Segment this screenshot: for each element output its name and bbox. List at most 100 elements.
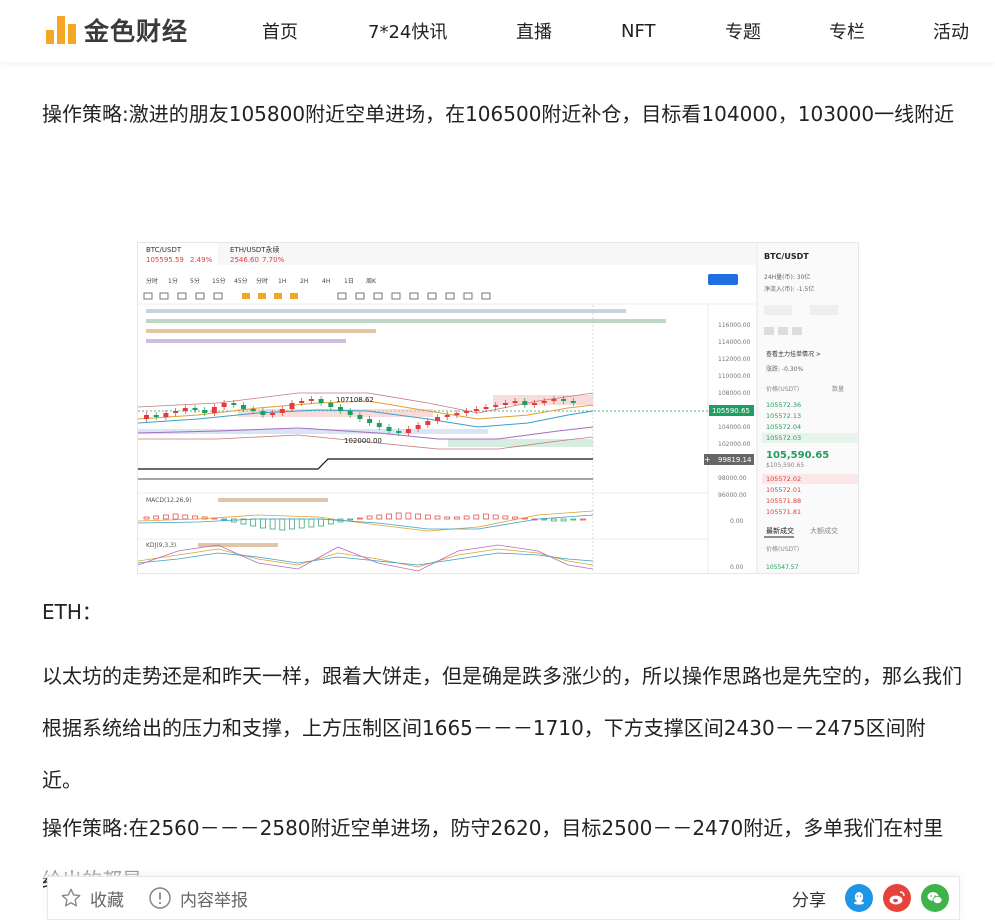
candle-body — [182, 408, 188, 411]
share-wechat-button[interactable] — [921, 884, 949, 912]
chart-y-tick: 112000.00 — [718, 356, 751, 363]
macd-bar — [386, 513, 392, 520]
macd-bar — [502, 515, 509, 520]
top-navbar: 金色财经 首页 7*24快讯 直播 NFT 专题 专栏 活动 — [0, 0, 995, 62]
chart-timeframe-8: 4H — [322, 278, 330, 285]
candle-body — [435, 417, 440, 421]
macd-bar — [347, 518, 354, 521]
nav-topics[interactable]: 专题 — [725, 0, 761, 62]
nav-live[interactable]: 直播 — [516, 0, 552, 62]
share-label: 分享 — [792, 890, 826, 911]
macd-bar — [424, 514, 431, 520]
orderbook-change: 涨跌: -0.30% — [766, 365, 803, 373]
chart-hover-price-tag: 99819.14 — [718, 456, 752, 464]
nav-flash-news[interactable]: 7*24快讯 — [368, 0, 447, 62]
weibo-icon — [889, 891, 905, 905]
candle-body — [289, 403, 295, 409]
candle-body — [522, 401, 528, 405]
wechat-icon — [927, 892, 943, 904]
macd-bar — [298, 518, 305, 529]
candle-body — [502, 403, 508, 405]
macd-bar — [376, 514, 383, 520]
candle-body — [425, 421, 431, 425]
candle-body — [163, 413, 169, 417]
candle-body — [570, 401, 576, 403]
candle-body — [396, 431, 402, 433]
macd-bar — [163, 514, 169, 520]
chart-kdj-zero: 0.00 — [730, 564, 744, 571]
candle-body — [299, 401, 305, 403]
collect-button[interactable]: 收藏 — [60, 886, 124, 911]
article-eth-heading: ETH： — [42, 600, 102, 624]
chart-timeframe-7: 2H — [300, 278, 308, 285]
candle-body — [541, 401, 547, 403]
article-chart-image: BTC/USDT 105595.59 2.49% ETH/USDT永续 2546… — [137, 242, 859, 574]
orderbook-bid-row: 105571.88 — [766, 497, 801, 505]
chart-macd-label: MACD(12,26,9) — [146, 497, 192, 504]
orderbook-depth-link: 查看主力挂单情况 > — [766, 350, 821, 358]
candle-body — [512, 401, 518, 403]
orderbook-ask-row: 105572.04 — [766, 423, 801, 431]
macd-bar — [192, 515, 198, 520]
chart-y-tick: 98000.00 — [718, 475, 747, 482]
nav-columns[interactable]: 专栏 — [829, 0, 865, 62]
chart-timeframe-2: 5分 — [190, 277, 200, 285]
site-logo[interactable]: 金色财经 — [46, 14, 188, 46]
orderbook-ask-row: 105572.36 — [766, 401, 801, 409]
report-button[interactable]: 内容举报 — [148, 886, 248, 911]
candle-body — [551, 399, 557, 401]
macd-bar — [318, 518, 324, 527]
trades-header-price: 价格(USDT) — [766, 545, 799, 553]
orderbook-ask-row: 105572.03 — [766, 434, 801, 442]
candle-body — [279, 409, 285, 413]
candle-body — [347, 411, 353, 415]
macd-bar — [279, 518, 286, 531]
nav-nft[interactable]: NFT — [621, 0, 656, 62]
chart-low-label: 102000.00 — [344, 437, 382, 445]
macd-bar — [463, 515, 470, 520]
share-weibo-button[interactable] — [883, 884, 911, 912]
candle-body — [202, 410, 208, 413]
macd-bar — [434, 515, 441, 520]
macd-bar — [395, 512, 402, 520]
alert-circle-icon — [149, 887, 171, 909]
trades-tab-latest: 最新成交 — [766, 526, 794, 535]
chart-y-tick: 114000.00 — [718, 339, 751, 346]
candle-body — [328, 403, 334, 407]
qq-icon — [854, 892, 864, 905]
chart-y-tick: 108000.00 — [718, 390, 751, 397]
nav-events[interactable]: 活动 — [933, 0, 969, 62]
chart-y-tick: 116000.00 — [718, 322, 751, 329]
chart-macd-zero: 0.00 — [730, 518, 744, 525]
article-paragraph-strategy-btc: 操作策略:激进的朋友105800附近空单进场，在106500附近补仓，目标看10… — [42, 102, 955, 126]
candle-body — [493, 405, 499, 407]
chart-timeframe-9: 1日 — [344, 278, 354, 285]
macd-bar — [366, 515, 373, 520]
macd-bar — [570, 518, 577, 521]
brand-name: 金色财经 — [84, 17, 189, 46]
macd-bar — [580, 518, 586, 521]
macd-bar — [444, 516, 451, 520]
share-qq-button[interactable] — [845, 884, 873, 912]
candle-body — [405, 429, 411, 433]
candle-body — [473, 409, 479, 411]
article-paragraph-eth-analysis: 以太坊的走势还是和昨天一样，跟着大饼走，但是确是跌多涨少的，所以操作思路也是先空… — [42, 664, 962, 792]
macd-bar — [551, 518, 557, 522]
orderbook-info-volume: 24H量(币): 30亿 — [764, 273, 810, 281]
chart-tab-eth: ETH/USDT永续 — [230, 245, 280, 254]
candle-body — [338, 407, 343, 411]
macd-bar — [405, 512, 412, 520]
candle-body — [444, 415, 450, 417]
nav-home[interactable]: 首页 — [262, 0, 298, 62]
chart-timeframe-1: 1分 — [168, 277, 178, 285]
chart-tab-btc-change: 2.49% — [190, 256, 213, 264]
collect-label: 收藏 — [90, 890, 124, 911]
candle-body — [415, 425, 421, 429]
macd-bar — [415, 513, 421, 520]
macd-bar — [289, 518, 295, 530]
candle-body — [241, 405, 246, 409]
chart-tab-btc-price: 105595.59 — [146, 256, 184, 264]
candle-body — [153, 415, 159, 417]
chart-timeframe-3: 15分 — [212, 277, 226, 285]
candle-body — [357, 415, 363, 419]
